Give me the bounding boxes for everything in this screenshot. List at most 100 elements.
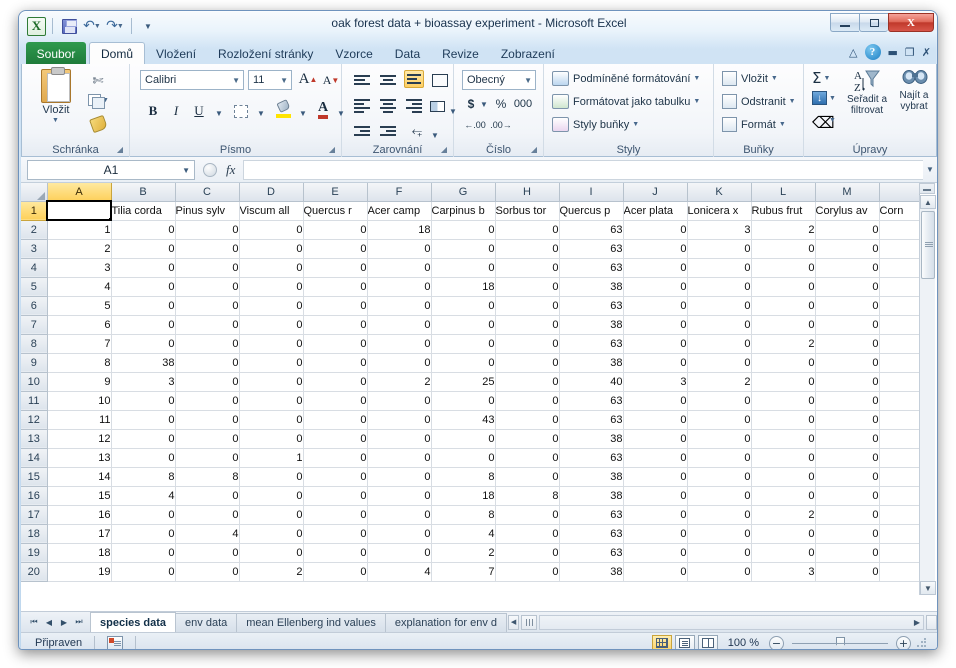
cell-k16[interactable]: 0 xyxy=(687,486,752,506)
row-header-6[interactable]: 6 xyxy=(21,296,48,316)
cell-d12[interactable]: 0 xyxy=(239,410,304,430)
row-header-2[interactable]: 2 xyxy=(21,220,48,240)
cell-e2[interactable]: 0 xyxy=(303,220,368,240)
zoom-in-button[interactable]: + xyxy=(896,635,911,649)
cell-m19[interactable]: 0 xyxy=(815,543,880,563)
cell-g16[interactable]: 18 xyxy=(431,486,496,506)
tab-vzorce[interactable]: Vzorce xyxy=(324,42,383,65)
cell-j19[interactable]: 0 xyxy=(623,543,688,563)
cell-a9[interactable]: 8 xyxy=(47,353,112,373)
cell-j2[interactable]: 0 xyxy=(623,220,688,240)
font-dialog-launcher[interactable]: ◢ xyxy=(329,145,335,154)
cell-f19[interactable]: 0 xyxy=(367,543,432,563)
cell-n18[interactable] xyxy=(879,524,920,544)
cell-f12[interactable]: 0 xyxy=(367,410,432,430)
cell-i12[interactable]: 63 xyxy=(559,410,624,430)
cell-k2[interactable]: 3 xyxy=(687,220,752,240)
cell-f9[interactable]: 0 xyxy=(367,353,432,373)
sheet-tab-species-data[interactable]: species data xyxy=(90,612,177,632)
row-header-14[interactable]: 14 xyxy=(21,448,48,468)
cell-l10[interactable]: 0 xyxy=(751,372,816,392)
cell-d15[interactable]: 0 xyxy=(239,467,304,487)
cell-c2[interactable]: 0 xyxy=(175,220,240,240)
split-box-top[interactable] xyxy=(919,183,935,194)
paste-dropdown-icon[interactable]: ▼ xyxy=(52,117,59,124)
cell-d11[interactable]: 0 xyxy=(239,391,304,411)
cell-i1[interactable]: Quercus p xyxy=(559,201,624,221)
cell-f10[interactable]: 2 xyxy=(367,372,432,392)
row-header-3[interactable]: 3 xyxy=(21,239,48,259)
cell-f18[interactable]: 0 xyxy=(367,524,432,544)
sheet-tab-env-data[interactable]: env data xyxy=(175,612,238,632)
cell-k9[interactable]: 0 xyxy=(687,353,752,373)
cell-l5[interactable]: 0 xyxy=(751,277,816,297)
cell-h3[interactable]: 0 xyxy=(495,239,560,259)
cell-e15[interactable]: 0 xyxy=(303,467,368,487)
cell-k14[interactable]: 0 xyxy=(687,448,752,468)
column-header-c[interactable]: C xyxy=(175,183,240,202)
tab-soubor[interactable]: Soubor xyxy=(26,42,86,65)
cell-h15[interactable]: 0 xyxy=(495,467,560,487)
cell-b6[interactable]: 0 xyxy=(111,296,176,316)
cell-k6[interactable]: 0 xyxy=(687,296,752,316)
cell-l4[interactable]: 0 xyxy=(751,258,816,278)
row-header-5[interactable]: 5 xyxy=(21,277,48,297)
cell-f20[interactable]: 4 xyxy=(367,562,432,582)
select-all-corner[interactable] xyxy=(21,183,48,202)
cell-l1[interactable]: Rubus frut xyxy=(751,201,816,221)
cell-e20[interactable]: 0 xyxy=(303,562,368,582)
cell-a17[interactable]: 16 xyxy=(47,505,112,525)
first-sheet-button[interactable]: ⏮ xyxy=(27,614,41,630)
cell-f4[interactable]: 0 xyxy=(367,258,432,278)
cell-n7[interactable] xyxy=(879,315,920,335)
wrap-text-button[interactable] xyxy=(430,71,450,89)
cell-l8[interactable]: 2 xyxy=(751,334,816,354)
sheet-tab-mean-ellenberg[interactable]: mean Ellenberg ind values xyxy=(236,612,386,632)
find-select-button[interactable]: Najít a vybrat xyxy=(892,68,936,112)
sheet-tab-explanation[interactable]: explanation for env d xyxy=(384,612,508,632)
cell-d16[interactable]: 0 xyxy=(239,486,304,506)
cell-k8[interactable]: 0 xyxy=(687,334,752,354)
cell-i8[interactable]: 63 xyxy=(559,334,624,354)
cell-n12[interactable] xyxy=(879,410,920,430)
cell-d14[interactable]: 1 xyxy=(239,448,304,468)
cell-n17[interactable] xyxy=(879,505,920,525)
format-cells-button[interactable]: Formát ▼ xyxy=(722,117,786,132)
row-header-19[interactable]: 19 xyxy=(21,543,48,563)
cell-g8[interactable]: 0 xyxy=(431,334,496,354)
cell-k11[interactable]: 0 xyxy=(687,391,752,411)
cell-d6[interactable]: 0 xyxy=(239,296,304,316)
cell-a5[interactable]: 4 xyxy=(47,277,112,297)
cell-e18[interactable]: 0 xyxy=(303,524,368,544)
cell-i3[interactable]: 63 xyxy=(559,239,624,259)
cell-n16[interactable] xyxy=(879,486,920,506)
cell-l20[interactable]: 3 xyxy=(751,562,816,582)
cell-i15[interactable]: 38 xyxy=(559,467,624,487)
cell-e10[interactable]: 0 xyxy=(303,372,368,392)
cell-i16[interactable]: 38 xyxy=(559,486,624,506)
cell-m7[interactable]: 0 xyxy=(815,315,880,335)
cell-k13[interactable]: 0 xyxy=(687,429,752,449)
cell-k7[interactable]: 0 xyxy=(687,315,752,335)
hscroll-thumb[interactable] xyxy=(521,614,538,630)
number-format-combo[interactable]: Obecný ▼ xyxy=(462,70,536,90)
cell-i4[interactable]: 63 xyxy=(559,258,624,278)
italic-button[interactable]: I xyxy=(165,100,187,122)
cell-b19[interactable]: 0 xyxy=(111,543,176,563)
cell-f1[interactable]: Acer camp xyxy=(367,201,432,221)
cell-c11[interactable]: 0 xyxy=(175,391,240,411)
cell-d9[interactable]: 0 xyxy=(239,353,304,373)
insert-cells-button[interactable]: Vložit ▼ xyxy=(722,71,778,86)
column-header-f[interactable]: F xyxy=(367,183,432,202)
cell-e14[interactable]: 0 xyxy=(303,448,368,468)
cell-n14[interactable] xyxy=(879,448,920,468)
cell-g5[interactable]: 18 xyxy=(431,277,496,297)
cell-m15[interactable]: 0 xyxy=(815,467,880,487)
cell-c4[interactable]: 0 xyxy=(175,258,240,278)
cell-h6[interactable]: 0 xyxy=(495,296,560,316)
row-header-17[interactable]: 17 xyxy=(21,505,48,525)
cell-j14[interactable]: 0 xyxy=(623,448,688,468)
paste-button[interactable]: Vložit ▼ xyxy=(30,67,82,135)
comma-style-button[interactable]: 000 xyxy=(511,95,535,113)
tab-rozlozeni-stranky[interactable]: Rozložení stránky xyxy=(207,42,324,65)
